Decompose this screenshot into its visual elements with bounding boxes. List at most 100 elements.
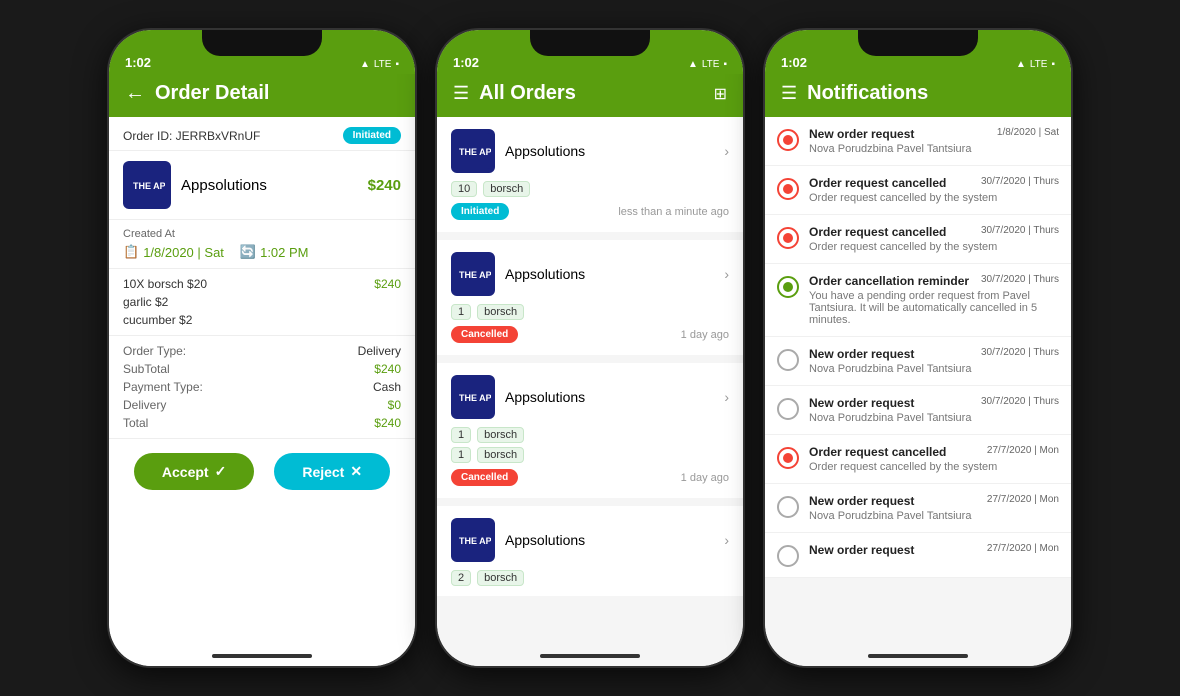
notif-dot-grey (777, 496, 799, 518)
tag-qty: 1 (451, 447, 471, 463)
time-ago: 1 day ago (681, 329, 729, 341)
notif-dot-grey (777, 349, 799, 371)
notif-body: Order request cancelled 30/7/2020 | Thur… (809, 225, 1059, 253)
notification-item[interactable]: New order request 30/7/2020 | Thurs Nova… (765, 337, 1071, 386)
menu-icon[interactable]: ☰ (781, 83, 797, 104)
chevron-right-icon: › (724, 389, 729, 405)
notif-dot-red (777, 129, 799, 151)
order-status-badge: Cancelled (451, 326, 518, 343)
order-store-name: Appsolutions (505, 532, 714, 548)
notif-dot-grey (777, 545, 799, 567)
order-card[interactable]: THE APP Appsolutions › 10 borsch Initiat… (437, 117, 743, 232)
order-detail-content: Order ID: JERRBxVRnUF Initiated THE APP … (109, 117, 415, 666)
order-store-name: Appsolutions (505, 389, 714, 405)
lte-icon: LTE (1030, 59, 1048, 70)
tag-qty: 10 (451, 181, 477, 197)
notification-item[interactable]: New order request 27/7/2020 | Mon Nova P… (765, 484, 1071, 533)
close-icon: ✕ (350, 463, 362, 480)
order-meta: Order Type: Delivery SubTotal $240 Payme… (109, 336, 415, 439)
order-card[interactable]: THE APP Appsolutions › 2 borsch (437, 506, 743, 596)
notifications-header: ☰ Notifications (765, 74, 1071, 117)
notifications-list: New order request 1/8/2020 | Sat Nova Po… (765, 117, 1071, 666)
store-price: $240 (368, 177, 401, 194)
notif-body: New order request 27/7/2020 | Mon (809, 543, 1059, 557)
signal-icon: ▲ (360, 59, 370, 70)
status-icons-1: ▲ LTE ▪ (360, 59, 399, 70)
items-list: 10X borsch $20 $240 garlic $2 cucumber $… (109, 269, 415, 336)
reject-button[interactable]: Reject ✕ (274, 453, 390, 490)
chevron-right-icon: › (724, 532, 729, 548)
accept-button[interactable]: Accept ✓ (134, 453, 254, 490)
status-time-3: 1:02 (781, 55, 807, 70)
tag-qty: 1 (451, 304, 471, 320)
order-store-name: Appsolutions (505, 143, 714, 159)
chevron-right-icon: › (724, 143, 729, 159)
time-value: 🔄 1:02 PM (240, 244, 309, 260)
store-logo: THE APP (451, 252, 495, 296)
all-orders-title: All Orders (479, 82, 703, 105)
order-detail-header: ← Order Detail (109, 74, 415, 117)
total-row: Total $240 (123, 414, 401, 432)
tag-qty: 2 (451, 570, 471, 586)
clock-icon: 🔄 (240, 244, 256, 260)
notif-dot-red (777, 178, 799, 200)
checkmark-icon: ✓ (215, 463, 227, 480)
status-time-2: 1:02 (453, 55, 479, 70)
order-id-text: Order ID: JERRBxVRnUF (123, 129, 260, 143)
created-label: Created At (123, 228, 401, 240)
back-button[interactable]: ← (125, 82, 145, 105)
tag-item: borsch (477, 304, 524, 320)
order-card[interactable]: THE APP Appsolutions › 1 borsch 1 borsch (437, 363, 743, 498)
svg-text:THE APP: THE APP (459, 393, 491, 403)
notif-dot-red (777, 447, 799, 469)
svg-text:THE APP: THE APP (459, 147, 491, 157)
notif-body: New order request 1/8/2020 | Sat Nova Po… (809, 127, 1059, 155)
svg-text:THE APP: THE APP (133, 181, 165, 191)
notifications-title: Notifications (807, 82, 1055, 105)
list-item: garlic $2 (123, 293, 401, 311)
notif-body: New order request 27/7/2020 | Mon Nova P… (809, 494, 1059, 522)
chevron-right-icon: › (724, 266, 729, 282)
notif-body: Order request cancelled 30/7/2020 | Thur… (809, 176, 1059, 204)
notif-dot-green (777, 276, 799, 298)
battery-icon: ▪ (1051, 59, 1055, 70)
store-name: Appsolutions (181, 177, 358, 194)
notif-body: Order cancellation reminder 30/7/2020 | … (809, 274, 1059, 326)
status-icons-3: ▲ LTE ▪ (1016, 59, 1055, 70)
list-item: 10X borsch $20 $240 (123, 275, 401, 293)
tag-item: borsch (477, 427, 524, 443)
delivery-row: Delivery $0 (123, 396, 401, 414)
phone-order-detail: 1:02 ▲ LTE ▪ ← Order Detail Order ID: JE… (107, 28, 417, 668)
notif-body: New order request 30/7/2020 | Thurs Nova… (809, 347, 1059, 375)
notification-item[interactable]: Order cancellation reminder 30/7/2020 | … (765, 264, 1071, 337)
order-type-row: Order Type: Delivery (123, 342, 401, 360)
store-logo: THE APP (123, 161, 171, 209)
notification-item[interactable]: New order request 1/8/2020 | Sat Nova Po… (765, 117, 1071, 166)
notification-item[interactable]: Order request cancelled 27/7/2020 | Mon … (765, 435, 1071, 484)
menu-icon[interactable]: ☰ (453, 83, 469, 104)
subtotal-row: SubTotal $240 (123, 360, 401, 378)
battery-icon: ▪ (723, 59, 727, 70)
store-logo: THE APP (451, 518, 495, 562)
tag-item: borsch (477, 570, 524, 586)
notification-item[interactable]: Order request cancelled 30/7/2020 | Thur… (765, 166, 1071, 215)
order-detail-title: Order Detail (155, 82, 399, 105)
order-id-row: Order ID: JERRBxVRnUF Initiated (109, 117, 415, 151)
action-buttons: Accept ✓ Reject ✕ (109, 439, 415, 504)
filter-icon[interactable]: ⊞ (714, 84, 727, 104)
order-card[interactable]: THE APP Appsolutions › 1 borsch Cancelle… (437, 240, 743, 355)
store-logo: THE APP (451, 129, 495, 173)
notif-body: New order request 30/7/2020 | Thurs Nova… (809, 396, 1059, 424)
notif-body: Order request cancelled 27/7/2020 | Mon … (809, 445, 1059, 473)
notification-item[interactable]: New order request 30/7/2020 | Thurs Nova… (765, 386, 1071, 435)
store-logo: THE APP (451, 375, 495, 419)
all-orders-header: ☰ All Orders ⊞ (437, 74, 743, 117)
notification-item[interactable]: Order request cancelled 30/7/2020 | Thur… (765, 215, 1071, 264)
date-value: 📋 1/8/2020 | Sat (123, 244, 224, 260)
time-ago: less than a minute ago (618, 206, 729, 218)
notification-item[interactable]: New order request 27/7/2020 | Mon (765, 533, 1071, 578)
created-at-section: Created At 📋 1/8/2020 | Sat 🔄 1:02 PM (109, 220, 415, 269)
status-time-1: 1:02 (125, 55, 151, 70)
order-status-badge: Cancelled (451, 469, 518, 486)
status-badge: Initiated (343, 127, 401, 144)
